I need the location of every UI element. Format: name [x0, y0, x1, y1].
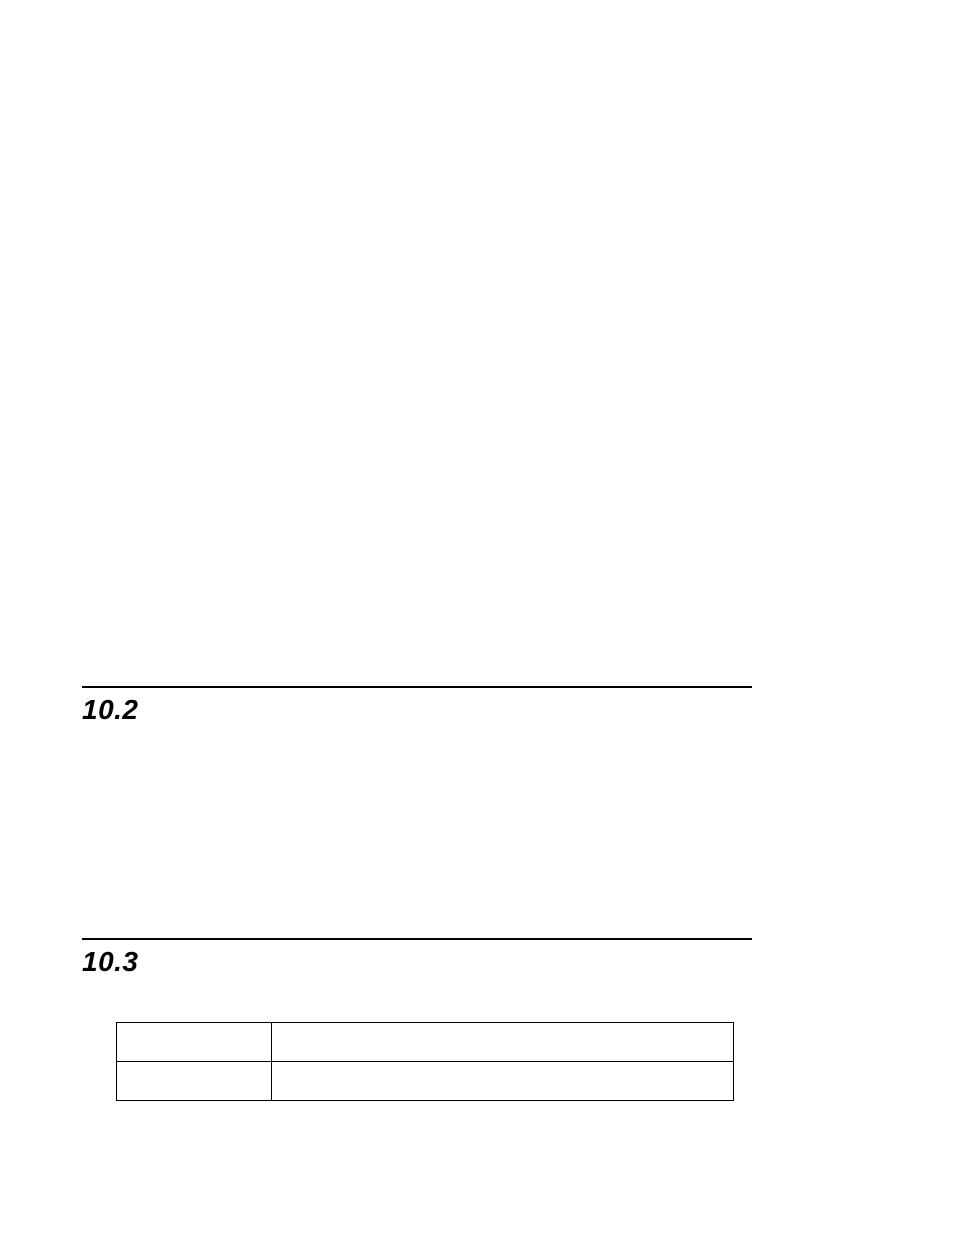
table-cell — [272, 1062, 734, 1101]
table-cell — [117, 1062, 272, 1101]
table-row — [117, 1023, 734, 1062]
table-cell — [117, 1023, 272, 1062]
table — [116, 1022, 734, 1101]
section-rule — [82, 938, 752, 940]
table-cell — [272, 1023, 734, 1062]
section-number-10-2: 10.2 — [82, 694, 139, 726]
table-row — [117, 1062, 734, 1101]
section-rule — [82, 686, 752, 688]
page: 10.2 10.3 — [0, 0, 954, 1235]
section-number-10-3: 10.3 — [82, 946, 139, 978]
